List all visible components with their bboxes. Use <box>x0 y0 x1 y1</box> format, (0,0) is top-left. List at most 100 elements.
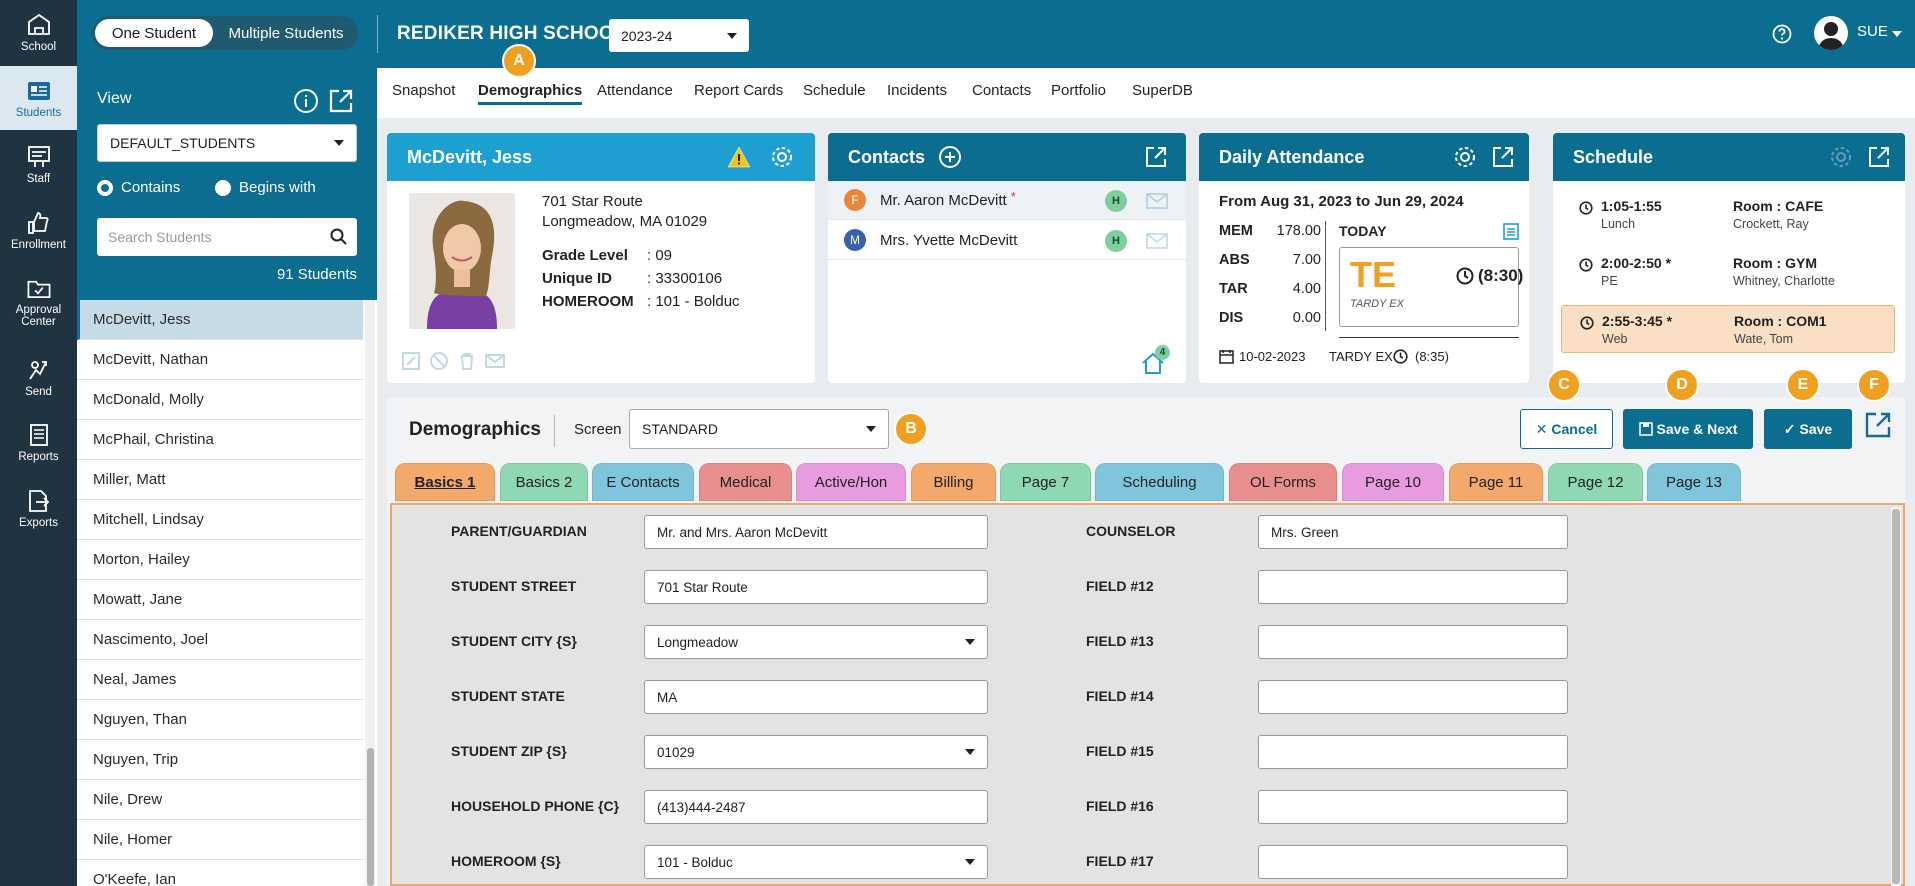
field-input[interactable] <box>1258 790 1568 824</box>
rail-item-exports[interactable]: Exports <box>0 476 77 540</box>
save-button[interactable]: ✓ Save <box>1764 409 1852 449</box>
warning-icon[interactable] <box>727 145 751 169</box>
popout-icon[interactable] <box>328 88 354 114</box>
field-select[interactable]: Longmeadow <box>644 625 988 659</box>
field-input[interactable] <box>1258 570 1568 604</box>
rail-item-students[interactable]: Students <box>0 66 77 130</box>
schedule-period[interactable]: 2:55-3:45 * Web Room : COM1 Wate, Tom <box>1561 305 1895 353</box>
tab-page-7[interactable]: Page 7 <box>1000 463 1091 501</box>
student-list-item[interactable]: Neal, James <box>77 660 363 700</box>
field-input[interactable] <box>1258 625 1568 659</box>
tab-scheduling[interactable]: Scheduling <box>1095 463 1224 501</box>
rail-item-approval-center[interactable]: Approval Center <box>0 264 77 328</box>
nav-tab-attendance[interactable]: Attendance <box>597 82 673 99</box>
contact-row[interactable]: M Mrs. Yvette McDevitt H <box>828 221 1186 260</box>
nav-tab-portfolio[interactable]: Portfolio <box>1051 82 1106 99</box>
mail-icon[interactable] <box>485 351 505 371</box>
student-list-item[interactable]: O'Keefe, Ian <box>77 860 363 886</box>
form-scrollbar-thumb[interactable] <box>1892 509 1900 884</box>
student-list-item[interactable]: McPhail, Christina <box>77 420 363 460</box>
tab-e-contacts[interactable]: E Contacts <box>592 463 694 501</box>
gear-icon[interactable] <box>1453 145 1477 169</box>
rail-item-enrollment[interactable]: Enrollment <box>0 198 77 262</box>
rail-item-reports[interactable]: Reports <box>0 410 77 474</box>
field-input[interactable]: 701 Star Route <box>644 570 988 604</box>
student-list-item[interactable]: Nile, Homer <box>77 820 363 860</box>
cancel-button[interactable]: ✕ Cancel <box>1520 409 1613 449</box>
view-select[interactable]: DEFAULT_STUDENTS <box>97 124 357 162</box>
student-list-item[interactable]: Nile, Drew <box>77 780 363 820</box>
student-list-item[interactable]: McDevitt, Nathan <box>77 340 363 380</box>
tab-basics-1[interactable]: Basics 1 <box>395 463 495 501</box>
save-and-next-button[interactable]: Save & Next <box>1623 409 1753 449</box>
nav-tab-superdb[interactable]: SuperDB <box>1132 82 1193 99</box>
contact-row[interactable]: F Mr. Aaron McDevitt * H <box>828 181 1186 220</box>
clipboard-icon[interactable] <box>1503 222 1519 240</box>
schedule-period[interactable]: 2:00-2:50 * PE Room : GYM Whitney, Charlott… <box>1561 248 1895 296</box>
gear-icon[interactable] <box>770 145 794 169</box>
info-icon[interactable] <box>293 88 319 114</box>
field-input[interactable]: MA <box>644 680 988 714</box>
popout-icon[interactable] <box>1867 145 1891 169</box>
field-select[interactable]: 01029 <box>644 735 988 769</box>
gear-icon[interactable] <box>1829 145 1853 169</box>
begins-with-radio[interactable]: Begins with <box>215 179 316 196</box>
nav-tab-report-cards[interactable]: Report Cards <box>694 82 783 99</box>
field-input[interactable] <box>1258 845 1568 879</box>
tab-page-13[interactable]: Page 13 <box>1647 463 1741 501</box>
student-list-item[interactable]: Mitchell, Lindsay <box>77 500 363 540</box>
student-list-item[interactable]: McDevitt, Jess <box>77 300 363 340</box>
student-list-item[interactable]: Morton, Hailey <box>77 540 363 580</box>
field-input[interactable]: Mr. and Mrs. Aaron McDevitt <box>644 515 988 549</box>
student-list-item[interactable]: Nguyen, Than <box>77 700 363 740</box>
user-name[interactable]: SUE <box>1857 23 1888 40</box>
chevron-down-icon[interactable] <box>1892 31 1902 37</box>
rail-item-school[interactable]: School <box>0 0 77 64</box>
field-input[interactable] <box>1258 680 1568 714</box>
add-contact-icon[interactable] <box>938 145 962 169</box>
help-icon[interactable] <box>1772 24 1792 44</box>
tab-page-10[interactable]: Page 10 <box>1342 463 1444 501</box>
popout-icon[interactable] <box>1144 145 1168 169</box>
trash-icon[interactable] <box>457 351 477 371</box>
mail-icon[interactable] <box>1146 233 1168 249</box>
screen-select[interactable]: STANDARD <box>629 409 889 449</box>
school-year-select[interactable]: 2023-24 <box>609 19 749 52</box>
rail-item-send[interactable]: Send <box>0 345 77 409</box>
nav-tab-demographics[interactable]: Demographics <box>478 82 583 105</box>
field-input[interactable] <box>1258 735 1568 769</box>
user-avatar[interactable] <box>1814 16 1848 50</box>
block-icon[interactable] <box>429 351 449 371</box>
schedule-period[interactable]: 1:05-1:55 Lunch Room : CAFE Crockett, Ray <box>1561 191 1895 239</box>
student-search-input[interactable]: Search Students <box>97 218 357 256</box>
tab-ol-forms[interactable]: OL Forms <box>1229 463 1337 501</box>
mail-icon[interactable] <box>1146 193 1168 209</box>
student-list-item[interactable]: Mowatt, Jane <box>77 580 363 620</box>
field-input[interactable]: Mrs. Green <box>1258 515 1568 549</box>
nav-tab-snapshot[interactable]: Snapshot <box>392 82 455 99</box>
one-student-toggle[interactable]: One Student <box>95 19 213 47</box>
tab-page-12[interactable]: Page 12 <box>1548 463 1643 501</box>
search-icon[interactable] <box>330 228 347 245</box>
tab-medical[interactable]: Medical <box>699 463 792 501</box>
nav-tab-contacts[interactable]: Contacts <box>972 82 1031 99</box>
tab-active-hon[interactable]: Active/Hon <box>796 463 906 501</box>
tab-basics-2[interactable]: Basics 2 <box>500 463 588 501</box>
tab-billing[interactable]: Billing <box>911 463 996 501</box>
student-list-item[interactable]: McDonald, Molly <box>77 380 363 420</box>
popout-icon[interactable] <box>1491 145 1515 169</box>
scrollbar-thumb[interactable] <box>367 748 374 886</box>
nav-tab-schedule[interactable]: Schedule <box>803 82 866 99</box>
contains-radio[interactable]: Contains <box>97 179 180 196</box>
field-input[interactable]: (413)444-2487 <box>644 790 988 824</box>
tab-page-11[interactable]: Page 11 <box>1449 463 1543 501</box>
popout-icon[interactable] <box>1864 411 1892 439</box>
rail-item-staff[interactable]: Staff <box>0 132 77 196</box>
student-list-item[interactable]: Miller, Matt <box>77 460 363 500</box>
household-button[interactable]: 4 <box>1141 345 1170 375</box>
student-list-item[interactable]: Nguyen, Trip <box>77 740 363 780</box>
form-scrollbar[interactable] <box>1891 507 1901 886</box>
nav-tab-incidents[interactable]: Incidents <box>887 82 947 99</box>
edit-icon[interactable] <box>401 351 421 371</box>
field-select[interactable]: 101 - Bolduc <box>644 845 988 879</box>
